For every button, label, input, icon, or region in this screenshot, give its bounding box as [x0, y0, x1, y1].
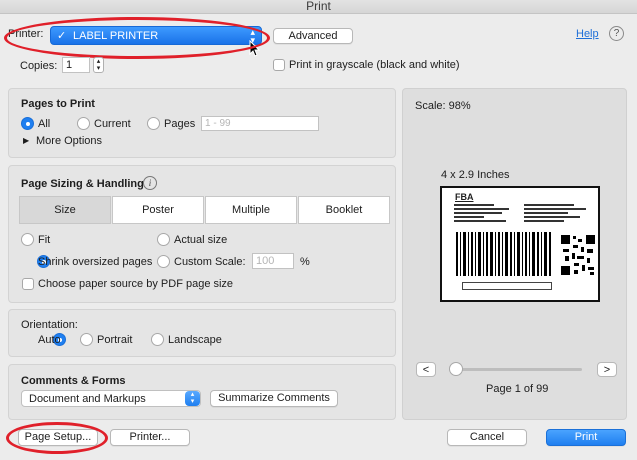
page-size-label: 4 x 2.9 Inches	[441, 169, 510, 181]
label-address-text	[454, 204, 586, 222]
grayscale-checkbox[interactable]	[273, 59, 285, 71]
label-barcode	[456, 232, 551, 276]
custom-scale-input[interactable]: 100	[252, 253, 294, 269]
more-options-label[interactable]: More Options	[36, 135, 102, 147]
label-footer-code	[462, 282, 552, 290]
landscape-radio[interactable]	[151, 333, 164, 346]
scale-value: 98%	[448, 100, 471, 112]
page-slider-thumb[interactable]	[449, 362, 463, 376]
orientation-group	[8, 309, 396, 357]
fit-label: Fit	[38, 234, 51, 246]
paper-source-label: Choose paper source by PDF page size	[38, 278, 234, 290]
cancel-button[interactable]: Cancel	[447, 429, 527, 446]
comments-select-value: Document and Markups	[29, 393, 146, 405]
comments-select[interactable]: Document and Markups ▴ ▾	[21, 390, 201, 407]
label-preview: FBA	[440, 186, 600, 302]
portrait-radio[interactable]	[80, 333, 93, 346]
pages-radio[interactable]	[147, 117, 160, 130]
current-radio[interactable]	[77, 117, 90, 130]
highlight-circle-page-setup	[6, 422, 108, 454]
help-link[interactable]: Help	[576, 28, 599, 40]
orientation-title: Orientation:	[21, 319, 78, 331]
previous-page-button[interactable]: <	[416, 362, 436, 377]
info-circle-icon[interactable]: i	[143, 176, 157, 190]
auto-label: Auto	[38, 334, 61, 346]
copies-label: Copies:	[20, 60, 58, 72]
printer-button[interactable]: Printer...	[110, 429, 190, 446]
actual-size-radio[interactable]	[157, 233, 170, 246]
current-label: Current	[94, 118, 131, 130]
tab-size[interactable]: Size	[19, 196, 111, 224]
highlight-circle-printer	[4, 17, 270, 59]
all-label: All	[38, 118, 51, 130]
tab-poster[interactable]: Poster	[112, 196, 204, 224]
paper-source-checkbox[interactable]	[22, 278, 34, 290]
next-page-button[interactable]: >	[597, 362, 617, 377]
grayscale-label: Print in grayscale (black and white)	[289, 59, 460, 71]
scale-label: Scale: 98%	[415, 100, 471, 112]
pages-label: Pages	[164, 118, 196, 130]
summarize-comments-button[interactable]: Summarize Comments	[210, 390, 338, 407]
comments-forms-title: Comments & Forms	[21, 375, 126, 387]
label-qr-code	[560, 234, 596, 276]
custom-scale-label: Custom Scale:	[174, 256, 246, 268]
page-sizing-title: Page Sizing & Handling	[21, 178, 144, 190]
scale-label-text: Scale:	[415, 100, 446, 112]
portrait-label: Portrait	[97, 334, 133, 346]
label-heading: FBA	[455, 192, 474, 202]
advanced-button[interactable]: Advanced	[273, 28, 353, 44]
chevron-updown-icon: ▴ ▾	[185, 391, 200, 406]
all-radio[interactable]	[21, 117, 34, 130]
landscape-label: Landscape	[168, 334, 222, 346]
window-title: Print	[306, 0, 331, 13]
window-title-bar: Print	[0, 0, 637, 14]
copies-stepper[interactable]: ▴ ▾	[93, 57, 104, 73]
tab-multiple[interactable]: Multiple	[205, 196, 297, 224]
page-indicator: Page 1 of 99	[486, 383, 549, 395]
copies-input[interactable]: 1	[62, 57, 90, 73]
actual-size-label: Actual size	[174, 234, 228, 246]
print-button[interactable]: Print	[546, 429, 626, 446]
pages-to-print-title: Pages to Print	[21, 98, 95, 110]
fit-radio[interactable]	[21, 233, 34, 246]
question-circle-icon[interactable]: ?	[609, 26, 624, 41]
tab-booklet[interactable]: Booklet	[298, 196, 390, 224]
shrink-label: Shrink oversized pages	[38, 256, 153, 268]
page-slider-track[interactable]	[452, 368, 582, 371]
pages-range-input[interactable]: 1 - 99	[201, 116, 319, 131]
percent-label: %	[300, 256, 310, 268]
triangle-right-icon[interactable]: ▶	[23, 136, 29, 145]
custom-scale-radio[interactable]	[157, 255, 170, 268]
